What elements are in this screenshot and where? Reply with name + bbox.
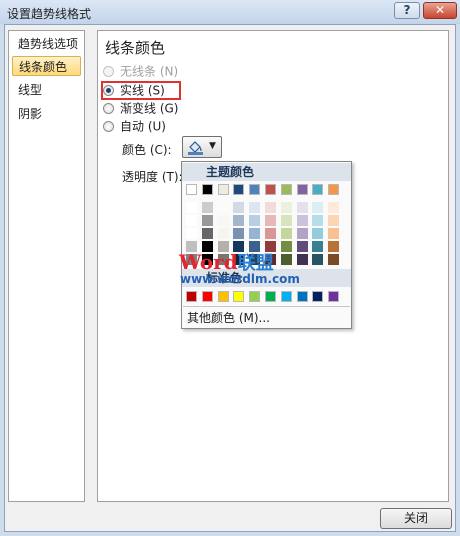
theme-color-swatch[interactable] [265, 184, 276, 195]
help-button[interactable]: ? [394, 2, 420, 19]
standard-color-swatch[interactable] [265, 291, 276, 302]
annotation-highlight-box [101, 81, 181, 100]
theme-shade-swatch[interactable] [328, 215, 340, 226]
radio-label: 渐变线 (G) [120, 101, 179, 116]
radio-automatic[interactable]: 自动 (U) [103, 117, 166, 135]
standard-color-swatch[interactable] [296, 291, 308, 302]
theme-shade-swatch[interactable] [312, 202, 324, 213]
standard-color-swatch[interactable] [328, 291, 340, 302]
nav-item-shadow[interactable]: 阴影 [12, 104, 81, 124]
theme-shade-swatch[interactable] [328, 228, 340, 239]
transparency-label: 透明度 (T): [122, 170, 183, 184]
standard-color-swatch[interactable] [201, 291, 213, 302]
theme-shade-swatch[interactable] [312, 254, 324, 265]
theme-colors-header: 主题颜色 [182, 163, 351, 181]
theme-shade-swatch[interactable] [280, 228, 292, 239]
theme-shade-swatch[interactable] [328, 254, 340, 265]
theme-color-swatch[interactable] [217, 184, 229, 195]
theme-color-swatch[interactable] [312, 184, 324, 195]
radio-button-icon[interactable] [103, 66, 114, 77]
radio-label: 自动 (U) [120, 119, 166, 134]
theme-shade-swatch[interactable] [186, 228, 197, 239]
theme-shade-swatch[interactable] [217, 228, 229, 239]
theme-shade-swatch[interactable] [296, 241, 308, 252]
theme-shade-swatch[interactable] [312, 215, 324, 226]
theme-color-swatch[interactable] [201, 184, 213, 195]
theme-shade-swatch[interactable] [233, 228, 245, 239]
theme-shade-swatch[interactable] [312, 228, 324, 239]
watermark-word: Word [179, 250, 238, 274]
theme-shade-swatch[interactable] [201, 215, 213, 226]
standard-color-swatch[interactable] [280, 291, 292, 302]
theme-shade-swatch[interactable] [280, 254, 292, 265]
theme-color-swatch[interactable] [328, 184, 340, 195]
theme-shade-swatch[interactable] [312, 241, 324, 252]
divider [183, 306, 350, 307]
color-label: 颜色 (C): [122, 143, 172, 157]
theme-shade-swatch[interactable] [186, 215, 197, 226]
color-palette-popup: 主题颜色 标准色 其他颜色 (M)... [181, 161, 352, 329]
theme-shade-swatch[interactable] [280, 215, 292, 226]
page-title: 线条颜色 [105, 39, 166, 57]
theme-color-swatch[interactable] [186, 184, 197, 195]
theme-shade-swatch[interactable] [217, 215, 229, 226]
theme-shade-swatch[interactable] [233, 202, 245, 213]
theme-shade-swatch[interactable] [217, 202, 229, 213]
theme-shade-swatch[interactable] [249, 215, 261, 226]
radio-button-icon[interactable] [103, 121, 114, 132]
watermark-url: www.wordlm.com [180, 272, 300, 286]
chevron-down-icon: ▼ [209, 141, 216, 151]
nav-item-line-style[interactable]: 线型 [12, 80, 81, 100]
nav-item-line-color[interactable]: 线条颜色 [12, 56, 81, 76]
standard-color-swatch[interactable] [312, 291, 324, 302]
theme-shade-swatch[interactable] [328, 202, 340, 213]
theme-shade-swatch[interactable] [201, 202, 213, 213]
paint-bucket-icon [188, 141, 203, 155]
theme-shade-swatch[interactable] [296, 202, 308, 213]
standard-color-swatch[interactable] [249, 291, 261, 302]
radio-no-line[interactable]: 无线条 (N) [103, 62, 178, 80]
theme-shade-swatch[interactable] [201, 228, 213, 239]
theme-shade-swatch[interactable] [296, 254, 308, 265]
theme-color-swatch[interactable] [296, 184, 308, 195]
window-close-button[interactable]: ✕ [423, 2, 457, 19]
theme-shade-swatch[interactable] [249, 202, 261, 213]
theme-shade-swatch[interactable] [265, 215, 276, 226]
close-button[interactable]: 关闭 [380, 508, 452, 529]
radio-gradient-line[interactable]: 渐变线 (G) [103, 99, 178, 117]
window-title: 设置趋势线格式 [7, 7, 92, 21]
standard-color-swatch[interactable] [233, 291, 245, 302]
theme-shade-swatch[interactable] [186, 202, 197, 213]
theme-shade-swatch[interactable] [265, 202, 276, 213]
theme-color-swatch[interactable] [233, 184, 245, 195]
radio-button-icon[interactable] [103, 103, 114, 114]
theme-shade-swatch[interactable] [233, 215, 245, 226]
radio-label: 无线条 (N) [120, 64, 179, 79]
theme-shade-swatch[interactable] [280, 241, 292, 252]
theme-color-swatch[interactable] [280, 184, 292, 195]
watermark-cn: 联盟 [237, 253, 274, 274]
title-bar: 设置趋势线格式 ? ✕ [0, 0, 460, 24]
more-colors-item[interactable]: 其他颜色 (M)... [187, 310, 270, 326]
theme-shade-swatch[interactable] [296, 228, 308, 239]
theme-shade-swatch[interactable] [328, 241, 340, 252]
category-list: 趋势线选项 线条颜色 线型 阴影 [8, 30, 85, 502]
standard-color-swatch[interactable] [186, 291, 197, 302]
theme-shade-swatch[interactable] [265, 228, 276, 239]
nav-item-trendline-options[interactable]: 趋势线选项 [12, 34, 81, 54]
theme-shade-swatch[interactable] [280, 202, 292, 213]
theme-shade-swatch[interactable] [296, 215, 308, 226]
theme-shade-swatch[interactable] [249, 228, 261, 239]
standard-color-swatch[interactable] [217, 291, 229, 302]
color-picker-button[interactable]: ▼ [182, 136, 222, 158]
theme-color-swatch[interactable] [249, 184, 261, 195]
